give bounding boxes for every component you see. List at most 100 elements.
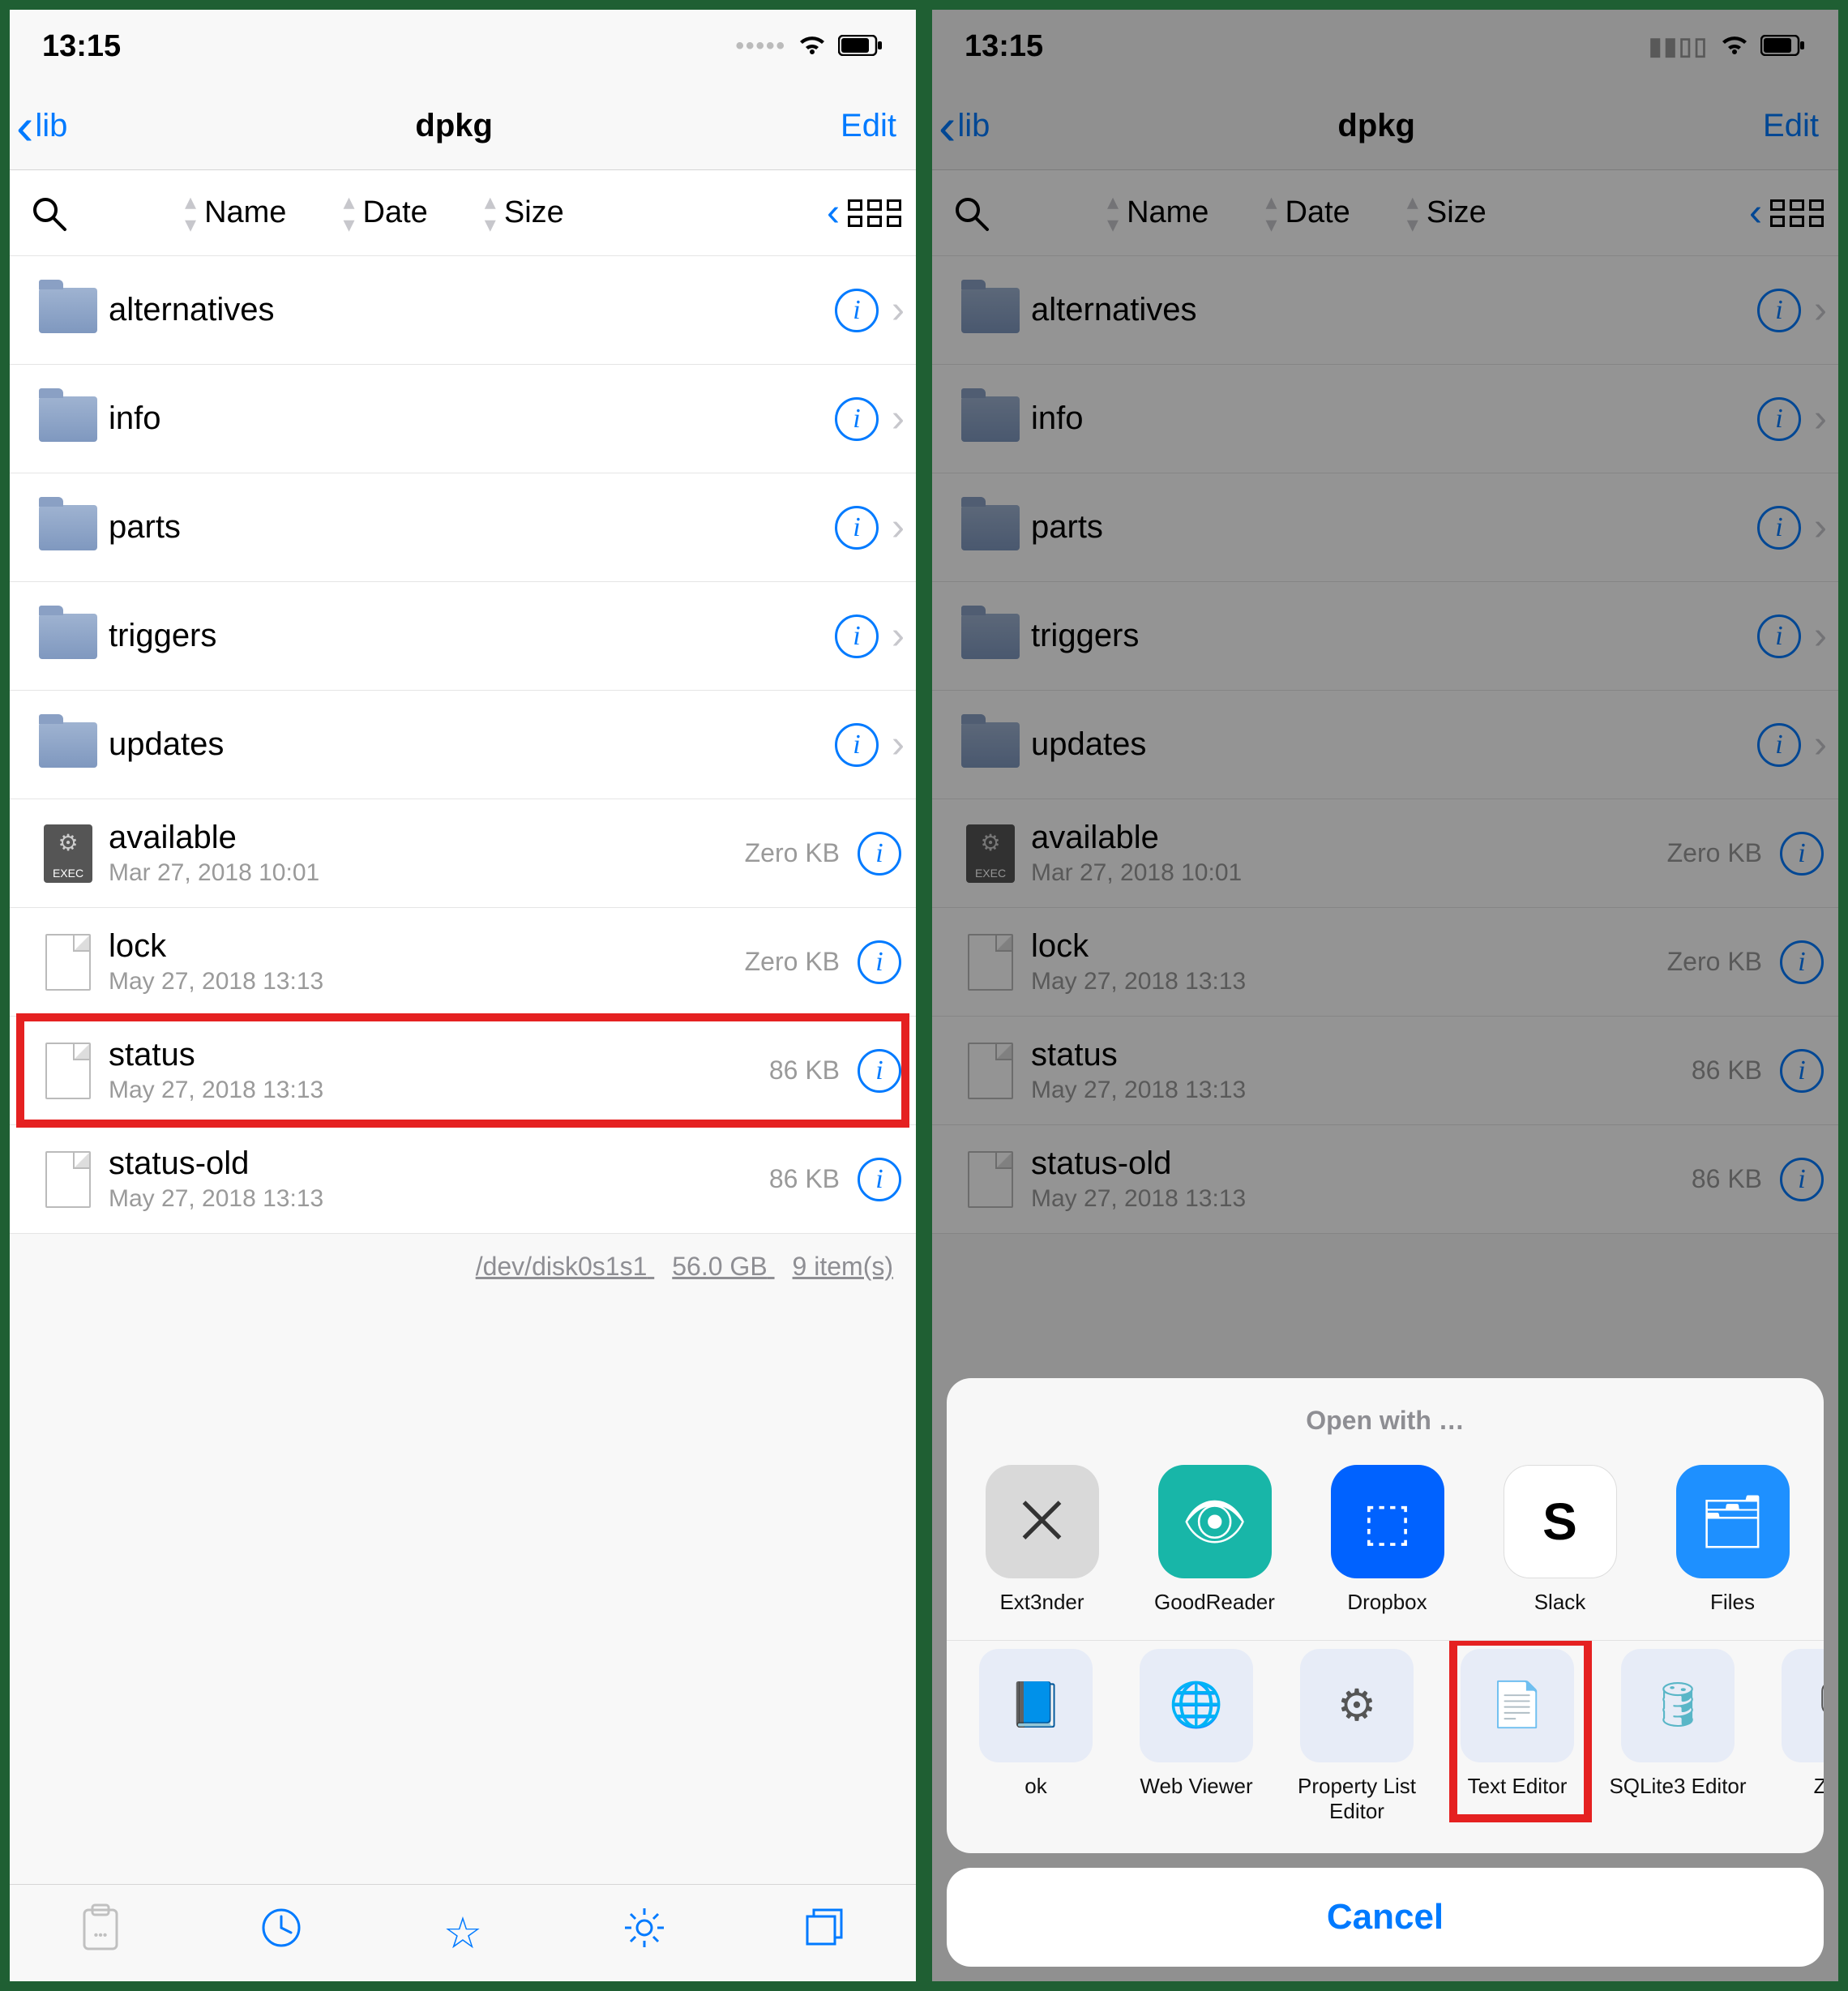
info-button[interactable]: i (858, 1049, 901, 1093)
folder-row[interactable]: partsi› (10, 473, 916, 582)
recent-button[interactable] (191, 1905, 373, 1961)
folder-row[interactable]: updatesi› (932, 691, 1838, 799)
file-row[interactable]: EXECavailableMar 27, 2018 10:01Zero KBi (10, 799, 916, 908)
item-date: May 27, 2018 13:13 (109, 1077, 769, 1104)
folder-icon (28, 288, 109, 333)
info-button[interactable]: i (1757, 397, 1801, 441)
grid-icon (848, 199, 901, 227)
cellular-icon: ••••• (735, 32, 786, 60)
file-row[interactable]: status-oldMay 27, 2018 13:1386 KBi (10, 1125, 916, 1234)
edit-button[interactable]: Edit (1763, 108, 1819, 144)
folder-icon (950, 505, 1031, 550)
share-action-item[interactable]: 📘ok (963, 1649, 1109, 1824)
sort-by-name[interactable]: ▴▾ Name (185, 191, 286, 236)
info-button[interactable]: i (1757, 614, 1801, 658)
info-button[interactable]: i (858, 1158, 901, 1201)
share-action-item[interactable]: 📄Text Editor (1444, 1649, 1590, 1824)
share-action-item[interactable]: ⚙Property List Editor (1284, 1649, 1430, 1824)
item-name: updates (1031, 726, 1757, 763)
file-row[interactable]: status-oldMay 27, 2018 13:1386 KBi (932, 1125, 1838, 1234)
info-button[interactable]: i (1780, 940, 1824, 984)
chevron-right-icon: › (1809, 505, 1832, 550)
file-row[interactable]: lockMay 27, 2018 13:13Zero KBi (10, 908, 916, 1017)
share-app-item[interactable]: ⨉Ext3nder (963, 1465, 1121, 1615)
info-button[interactable]: i (1780, 1049, 1824, 1093)
info-button[interactable]: i (835, 289, 879, 332)
sort-name-label: Name (1127, 195, 1208, 230)
folder-row[interactable]: triggersi› (10, 582, 916, 691)
item-name: parts (109, 509, 835, 546)
info-button[interactable]: i (835, 506, 879, 550)
cancel-button[interactable]: Cancel (947, 1868, 1824, 1967)
back-label: lib (35, 108, 67, 144)
favorites-button[interactable]: ☆ (372, 1908, 554, 1959)
info-button[interactable]: i (835, 614, 879, 658)
windows-button[interactable] (734, 1905, 916, 1961)
item-size: Zero KB (1667, 838, 1762, 868)
folder-row[interactable]: infoi› (10, 365, 916, 473)
share-app-item[interactable]: ⬚Dropbox (1308, 1465, 1466, 1615)
share-action-item[interactable]: 🌐Web Viewer (1123, 1649, 1269, 1824)
share-action-item[interactable]: 🛢SQLite3 Editor (1605, 1649, 1751, 1824)
search-button[interactable] (10, 194, 88, 233)
action-icon: 🗜 (1782, 1649, 1824, 1762)
footer-capacity[interactable]: 56.0 GB (672, 1252, 767, 1281)
search-button[interactable] (932, 194, 1010, 233)
app-icon: S (1504, 1465, 1617, 1578)
back-label: lib (957, 108, 990, 144)
layout-toggle-button[interactable]: ‹ (827, 191, 916, 235)
app-row[interactable]: ⨉Ext3nder👁GoodReader⬚Dropbox S Slack 🗂Files (947, 1457, 1824, 1640)
footer-device[interactable]: /dev/disk0s1s1 (476, 1252, 648, 1281)
file-list[interactable]: alternativesi›infoi›partsi›triggersi›upd… (932, 256, 1838, 1234)
folder-row[interactable]: updatesi› (10, 691, 916, 799)
info-button[interactable]: i (1757, 506, 1801, 550)
file-row[interactable]: EXECavailableMar 27, 2018 10:01Zero KBi (932, 799, 1838, 908)
back-button[interactable]: ‹ lib (16, 101, 67, 152)
folder-icon (950, 288, 1031, 333)
app-label: Slack (1534, 1590, 1586, 1615)
nav-bar: ‹ lib dpkg Edit (10, 83, 916, 170)
info-button[interactable]: i (858, 832, 901, 876)
info-button[interactable]: i (1757, 289, 1801, 332)
edit-button[interactable]: Edit (841, 108, 896, 144)
item-name: lock (1031, 928, 1667, 965)
folder-row[interactable]: triggersi› (932, 582, 1838, 691)
file-icon (45, 1043, 91, 1099)
info-button[interactable]: i (835, 723, 879, 767)
share-app-item[interactable]: 🗂Files (1653, 1465, 1812, 1615)
sort-by-date[interactable]: ▴▾ Date (343, 191, 427, 236)
action-row[interactable]: 📘ok🌐Web Viewer⚙Property List Editor📄Text… (947, 1641, 1824, 1853)
info-button[interactable]: i (1780, 1158, 1824, 1201)
footer-count[interactable]: 9 item(s) (793, 1252, 893, 1281)
settings-button[interactable] (554, 1905, 735, 1961)
sort-by-size[interactable]: ▴▾ Size (485, 191, 564, 236)
action-label: Zip V (1814, 1774, 1824, 1799)
folder-row[interactable]: alternativesi› (932, 256, 1838, 365)
sort-caret-icon: ▴▾ (1407, 191, 1418, 236)
action-icon: 📘 (979, 1649, 1093, 1762)
sort-by-size[interactable]: ▴▾ Size (1407, 191, 1487, 236)
sort-by-date[interactable]: ▴▾ Date (1265, 191, 1350, 236)
app-label: Ext3nder (999, 1590, 1084, 1615)
file-row[interactable]: lockMay 27, 2018 13:13Zero KBi (932, 908, 1838, 1017)
info-button[interactable]: i (1757, 723, 1801, 767)
page-title: dpkg (1337, 108, 1415, 144)
share-app-item[interactable]: S Slack (1481, 1465, 1639, 1615)
clipboard-button[interactable]: ••• (10, 1903, 191, 1963)
layout-toggle-button[interactable]: ‹ (1749, 191, 1838, 235)
phone-left: 13:15 ••••• ‹ lib dpkg Edit (10, 10, 916, 1981)
share-action-item[interactable]: 🗜 Zip V (1765, 1649, 1824, 1824)
share-app-item[interactable]: 👁GoodReader (1136, 1465, 1294, 1615)
footer-stats: /dev/disk0s1s1 56.0 GB 9 item(s) (10, 1234, 916, 1300)
folder-row[interactable]: alternativesi› (10, 256, 916, 365)
file-row[interactable]: statusMay 27, 2018 13:1386 KBi (10, 1017, 916, 1125)
folder-row[interactable]: infoi› (932, 365, 1838, 473)
folder-row[interactable]: partsi› (932, 473, 1838, 582)
info-button[interactable]: i (835, 397, 879, 441)
file-row[interactable]: statusMay 27, 2018 13:1386 KBi (932, 1017, 1838, 1125)
info-button[interactable]: i (858, 940, 901, 984)
back-button[interactable]: ‹ lib (939, 101, 990, 152)
file-list[interactable]: alternativesi›infoi›partsi›triggersi›upd… (10, 256, 916, 1234)
info-button[interactable]: i (1780, 832, 1824, 876)
sort-by-name[interactable]: ▴▾ Name (1107, 191, 1208, 236)
